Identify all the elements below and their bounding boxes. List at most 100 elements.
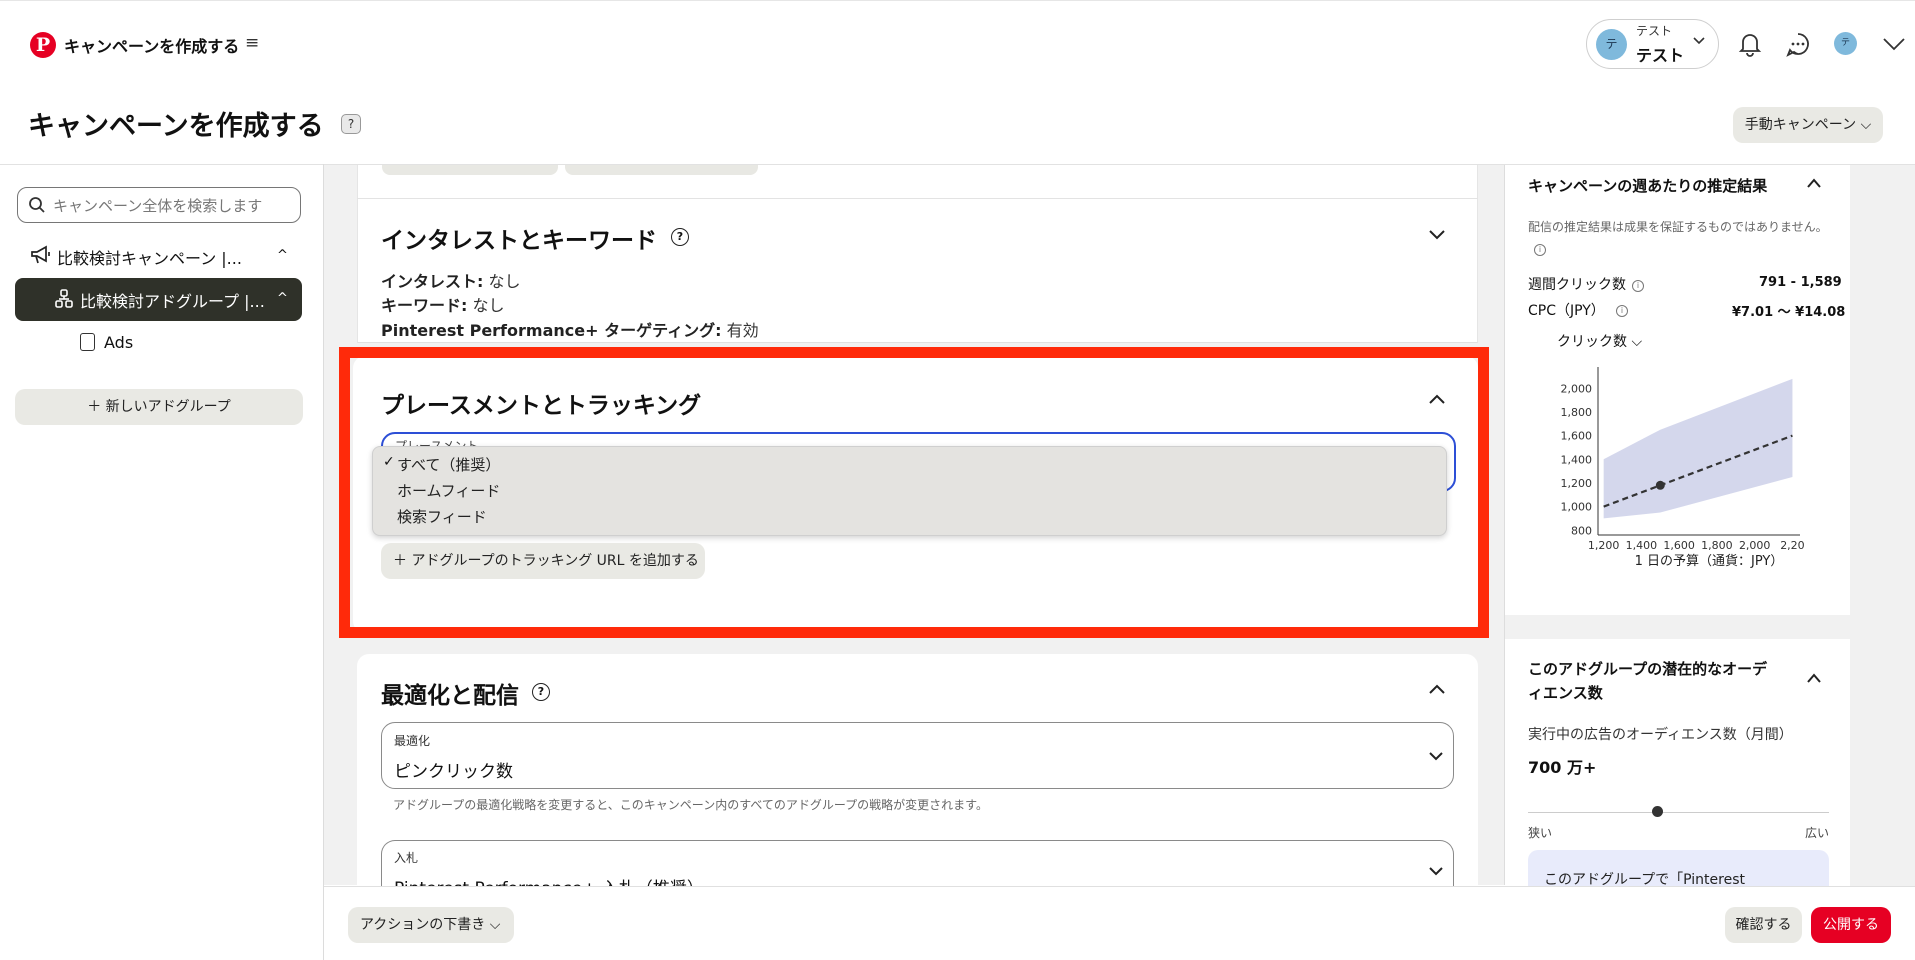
keyword-value: なし [467, 296, 505, 315]
chevron-up-icon[interactable] [1806, 177, 1822, 189]
right-panel-gutter [1850, 165, 1915, 886]
bell-icon[interactable] [1737, 31, 1763, 57]
interest-value: なし [483, 272, 521, 291]
bid-label: 入札 [394, 851, 419, 865]
chevron-down-icon[interactable] [1882, 36, 1906, 52]
targeting-value-row: Pinterest Performance+ ターゲティング: 有効 [381, 317, 759, 341]
megaphone-icon [31, 245, 50, 264]
interest-value-row: インタレスト: なし [381, 268, 521, 292]
chevron-down-icon [1429, 867, 1443, 876]
targeting-key: Pinterest Performance+ ターゲティング: [381, 321, 722, 340]
search-placeholder: キャンペーン全体を検索します [53, 197, 263, 215]
slider-right-label: 広い [1805, 826, 1830, 840]
help-icon[interactable]: ? [671, 228, 689, 246]
publish-button[interactable]: 公開する [1811, 907, 1891, 943]
y-tick-label: 2,000 [1561, 382, 1593, 395]
y-tick-label: 1,000 [1561, 501, 1593, 514]
help-icon[interactable]: ? [532, 683, 550, 701]
search-icon [29, 197, 45, 213]
bid-value: Pinterest Performance+ 入札（推奨） [394, 874, 704, 886]
estimate-title: キャンペーンの週あたりの推定結果 [1528, 177, 1768, 195]
chat-icon[interactable] [1785, 31, 1811, 57]
audience-label: 実行中の広告のオーディエンス数（月間） [1528, 727, 1793, 743]
pinterest-logo-icon[interactable]: P [30, 32, 56, 58]
account-avatar: テ [1596, 29, 1627, 60]
x-tick-label: 1,200 [1588, 539, 1620, 552]
x-tick-label: 1,600 [1663, 539, 1695, 552]
weekly-clicks-label: 週間クリック数 [1528, 277, 1626, 293]
x-tick-label: 2,000 [1739, 539, 1771, 552]
ad-pin-icon [80, 333, 95, 351]
cropped-button[interactable] [382, 165, 558, 175]
help-icon[interactable]: ? [341, 114, 361, 134]
x-axis-label: 1 日の予算（通貨：JPY） [1635, 553, 1784, 569]
page-title: キャンペーンを作成する [28, 111, 324, 142]
profile-avatar[interactable]: テ [1834, 32, 1857, 55]
sidebar-item-ads[interactable]: Ads [104, 333, 133, 352]
y-tick-label: 1,200 [1561, 477, 1593, 490]
info-icon[interactable]: i [1616, 305, 1628, 317]
chevron-down-icon: ⌵ [489, 917, 501, 933]
chevron-down-icon: ⌵ [1631, 334, 1643, 350]
chevron-up-icon[interactable] [1806, 672, 1822, 684]
bottom-action-bar [324, 886, 1915, 960]
current-budget-point [1655, 480, 1665, 490]
optimization-help-text: アドグループの最適化戦略を変更すると、このキャンペーン内のすべてのアドグループの… [393, 798, 988, 812]
metric-select[interactable]: クリック数 ⌵ [1557, 331, 1642, 351]
interest-key: インタレスト: [381, 272, 484, 291]
x-tick-label: 1,400 [1626, 539, 1658, 552]
info-icon[interactable]: i [1534, 244, 1546, 256]
x-tick-label: 2,20 [1780, 539, 1805, 552]
slider-left-label: 狭い [1528, 826, 1553, 840]
right-panel-border [1504, 165, 1505, 885]
info-icon[interactable]: i [1632, 280, 1644, 292]
campaign-mode-label: 手動キャンペーン [1744, 117, 1857, 133]
y-tick-label: 1,400 [1561, 453, 1593, 466]
campaign-mode-button[interactable]: 手動キャンペーン ⌵ [1733, 107, 1883, 143]
account-name: テスト [1636, 46, 1685, 65]
y-tick-label: 1,600 [1561, 430, 1593, 443]
chevron-up-icon[interactable]: ^ [277, 291, 288, 306]
y-tick-label: 800 [1571, 524, 1592, 537]
new-adgroup-button[interactable]: ＋ 新しいアドグループ [15, 389, 303, 425]
draft-actions-button[interactable]: アクションの下書き ⌵ [348, 907, 514, 943]
audience-title: このアドグループの潜在的なオーディエンス数 [1528, 660, 1768, 702]
app-title: キャンペーンを作成する [64, 37, 240, 56]
top-border [0, 0, 1915, 4]
chevron-down-icon[interactable] [1692, 34, 1706, 48]
y-tick-label: 1,800 [1561, 406, 1593, 419]
adgroup-icon [55, 289, 73, 308]
chevron-down-icon [1429, 752, 1443, 761]
sidebar-item-campaign[interactable]: 比較検討キャンペーン |... [57, 245, 242, 269]
draft-actions-label: アクションの下書き [360, 917, 486, 933]
chevron-down-icon: ⌵ [1860, 117, 1872, 133]
interest-section-title: インタレストとキーワード [381, 228, 657, 254]
estimate-chart: 2,000 1,800 1,600 1,400 1,200 1,000 800 1,200 1,… [1561, 367, 1805, 569]
estimate-disclaimer: 配信の推定結果は成果を保証するものではありません。 [1528, 220, 1828, 234]
card-divider [357, 198, 1478, 199]
audience-value: 700 万+ [1528, 758, 1597, 777]
highlight-box [339, 347, 1489, 638]
account-type-label: テスト [1636, 24, 1673, 38]
optimization-select[interactable] [381, 722, 1454, 789]
metric-select-label: クリック数 [1557, 334, 1627, 350]
cropped-button[interactable] [565, 165, 758, 175]
sidebar-item-adgroup-label: 比較検討アドグループ |... [80, 292, 265, 311]
weekly-clicks-value: 791 - 1,589 [1759, 275, 1842, 290]
panel-separator [1505, 615, 1850, 639]
chevron-down-icon[interactable] [1428, 229, 1446, 241]
optimization-section-title: 最適化と配信 [381, 683, 519, 709]
keyword-key: キーワード: [381, 296, 468, 315]
keyword-value-row: キーワード: なし [381, 292, 505, 316]
confirm-button[interactable]: 確認する [1725, 907, 1802, 943]
cpc-label: CPC（JPY） [1528, 303, 1605, 319]
optimization-label: 最適化 [394, 734, 431, 748]
audience-note-text: このアドグループで「Pinterest [1544, 872, 1746, 885]
audience-slider-track [1528, 812, 1829, 813]
confidence-band [1603, 378, 1793, 519]
x-tick-label: 1,800 [1701, 539, 1733, 552]
targeting-value: 有効 [721, 321, 759, 340]
chevron-up-icon[interactable] [1428, 683, 1446, 695]
chevron-up-icon[interactable]: ^ [277, 248, 288, 263]
menu-icon[interactable]: ≡ [245, 33, 259, 53]
